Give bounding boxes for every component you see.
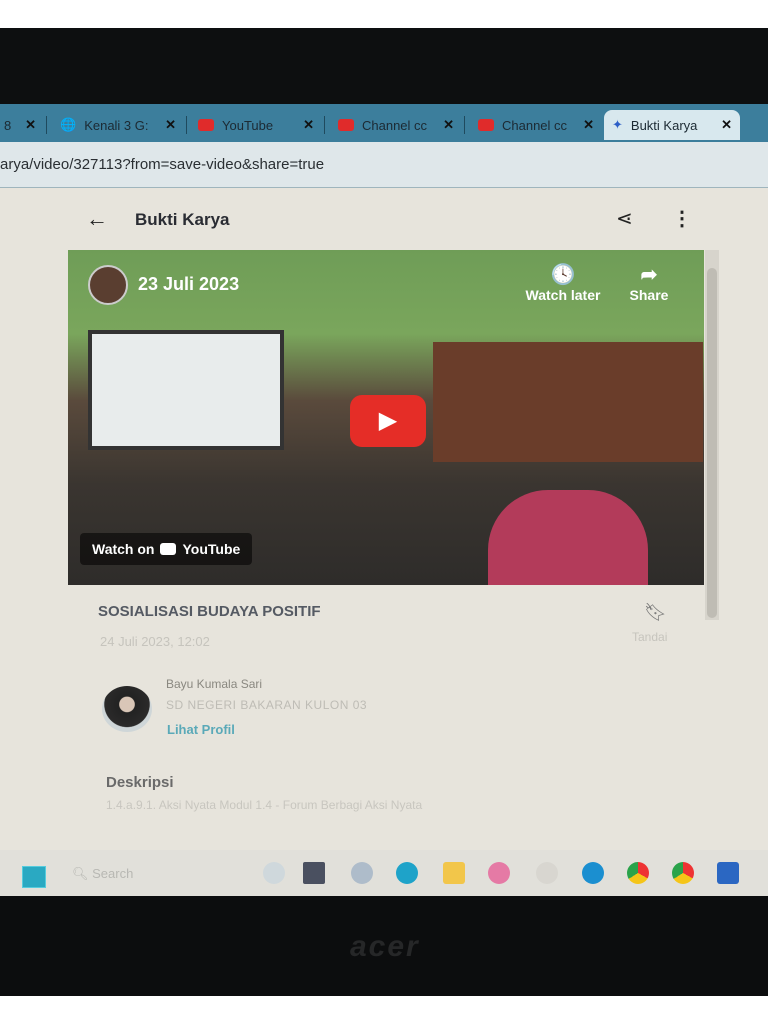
search-icon: 🔍︎ <box>72 866 93 881</box>
acer-logo: acer <box>350 930 420 963</box>
chat-icon[interactable] <box>351 862 373 884</box>
file-explorer-icon[interactable] <box>443 862 465 884</box>
close-icon[interactable]: ✕ <box>583 117 594 133</box>
tab-label: 8 <box>4 117 12 133</box>
more-options-icon[interactable]: ⋮ <box>672 206 692 231</box>
tab-partial[interactable]: 8 ✕ <box>0 110 44 140</box>
video-scene-cabinet <box>433 342 703 462</box>
watch-later-label: Watch later <box>525 287 601 303</box>
zoom-icon[interactable] <box>582 862 604 884</box>
clock-icon: 🕓 <box>550 264 576 286</box>
word-icon[interactable] <box>717 862 739 884</box>
share-label: Share <box>629 287 669 303</box>
view-profile-link[interactable]: Lihat Profil <box>167 722 235 737</box>
close-icon[interactable]: ✕ <box>165 117 176 133</box>
watch-on-youtube-button[interactable]: Watch on YouTube <box>80 533 253 565</box>
url-text: arya/video/327113?from=save-video&share=… <box>0 156 325 173</box>
close-icon[interactable]: ✕ <box>303 117 314 133</box>
tab-kenali[interactable]: 🌐 Kenali 3 G: ✕ <box>52 110 184 140</box>
firefox-icon[interactable] <box>488 862 510 884</box>
share-icon[interactable]: ⋖ <box>616 206 633 231</box>
taskbar-search[interactable]: 🔍︎ Search <box>72 866 133 882</box>
video-scene-person <box>488 490 648 585</box>
tab-youtube[interactable]: YouTube ✕ <box>190 110 322 140</box>
scrollbar-thumb[interactable] <box>707 268 717 618</box>
share-arrow-icon: ➦ <box>640 264 658 286</box>
site-logo-icon: ✦ <box>612 117 623 132</box>
globe-icon: 🌐 <box>60 117 77 132</box>
tab-label: Bukti Karya <box>630 117 698 133</box>
author-avatar[interactable] <box>102 686 152 732</box>
author-name: Bayu Kumala Sari <box>166 677 263 691</box>
youtube-icon <box>198 119 214 131</box>
youtube-label: YouTube <box>182 541 241 557</box>
description-heading: Deskripsi <box>106 774 174 791</box>
watch-later-button[interactable]: 🕓 Watch later <box>518 262 608 303</box>
tab-label: Kenali 3 G: <box>84 117 149 133</box>
tab-channel-2[interactable]: Channel cc ✕ <box>470 110 602 140</box>
edge-icon[interactable] <box>396 862 418 884</box>
tab-label: Channel cc <box>362 117 428 133</box>
youtube-icon <box>478 119 494 131</box>
close-icon[interactable]: ✕ <box>721 117 732 133</box>
tab-bukti-karya[interactable]: ✦ Bukti Karya ✕ <box>604 110 740 140</box>
back-arrow-icon[interactable]: ← <box>86 206 108 232</box>
video-scene-screen <box>88 330 284 450</box>
search-label: Search <box>92 866 134 881</box>
page-title: Bukti Karya <box>135 210 230 229</box>
chrome-icon[interactable] <box>627 862 649 884</box>
video-title[interactable]: 23 Juli 2023 <box>138 274 239 295</box>
video-player[interactable]: 23 Juli 2023 🕓 Watch later ➦ Share ▶ Watch… <box>68 250 704 585</box>
tab-label: YouTube <box>222 117 274 133</box>
store-icon[interactable] <box>536 862 558 884</box>
youtube-icon <box>338 119 354 131</box>
bookmark-label[interactable]: Tandai <box>632 630 667 644</box>
tab-label: Channel cc <box>502 117 568 133</box>
laptop-bezel-top <box>0 28 768 108</box>
post-datetime: 24 Juli 2023, 12:02 <box>100 634 210 649</box>
file-icon[interactable] <box>303 862 325 884</box>
channel-avatar[interactable] <box>88 265 128 305</box>
windows-start-icon[interactable] <box>22 866 46 888</box>
tab-channel-1[interactable]: Channel cc ✕ <box>330 110 462 140</box>
play-button[interactable]: ▶ <box>350 395 426 447</box>
watch-on-label: Watch on <box>92 541 155 557</box>
close-icon[interactable]: ✕ <box>25 117 36 133</box>
scrollbar[interactable] <box>705 250 719 620</box>
author-school: SD NEGERI BAKARAN KULON 03 <box>166 698 368 712</box>
copilot-icon[interactable] <box>263 862 285 884</box>
browser-tab-bar: 8 ✕ 🌐 Kenali 3 G: ✕ YouTube ✕ Channel cc ✕ Ch… <box>0 104 768 142</box>
video-share-button[interactable]: ➦ Share <box>624 262 674 303</box>
youtube-icon <box>160 543 177 555</box>
address-bar[interactable]: arya/video/327113?from=save-video&share=… <box>0 142 768 188</box>
post-title: SOSIALISASI BUDAYA POSITIF <box>98 603 321 620</box>
bookmark-icon[interactable]: 🔖︎ <box>644 602 667 623</box>
chrome-profile-icon[interactable] <box>672 862 694 884</box>
description-text: 1.4.a.9.1. Aksi Nyata Modul 1.4 - Forum … <box>106 798 423 812</box>
close-icon[interactable]: ✕ <box>443 117 454 133</box>
